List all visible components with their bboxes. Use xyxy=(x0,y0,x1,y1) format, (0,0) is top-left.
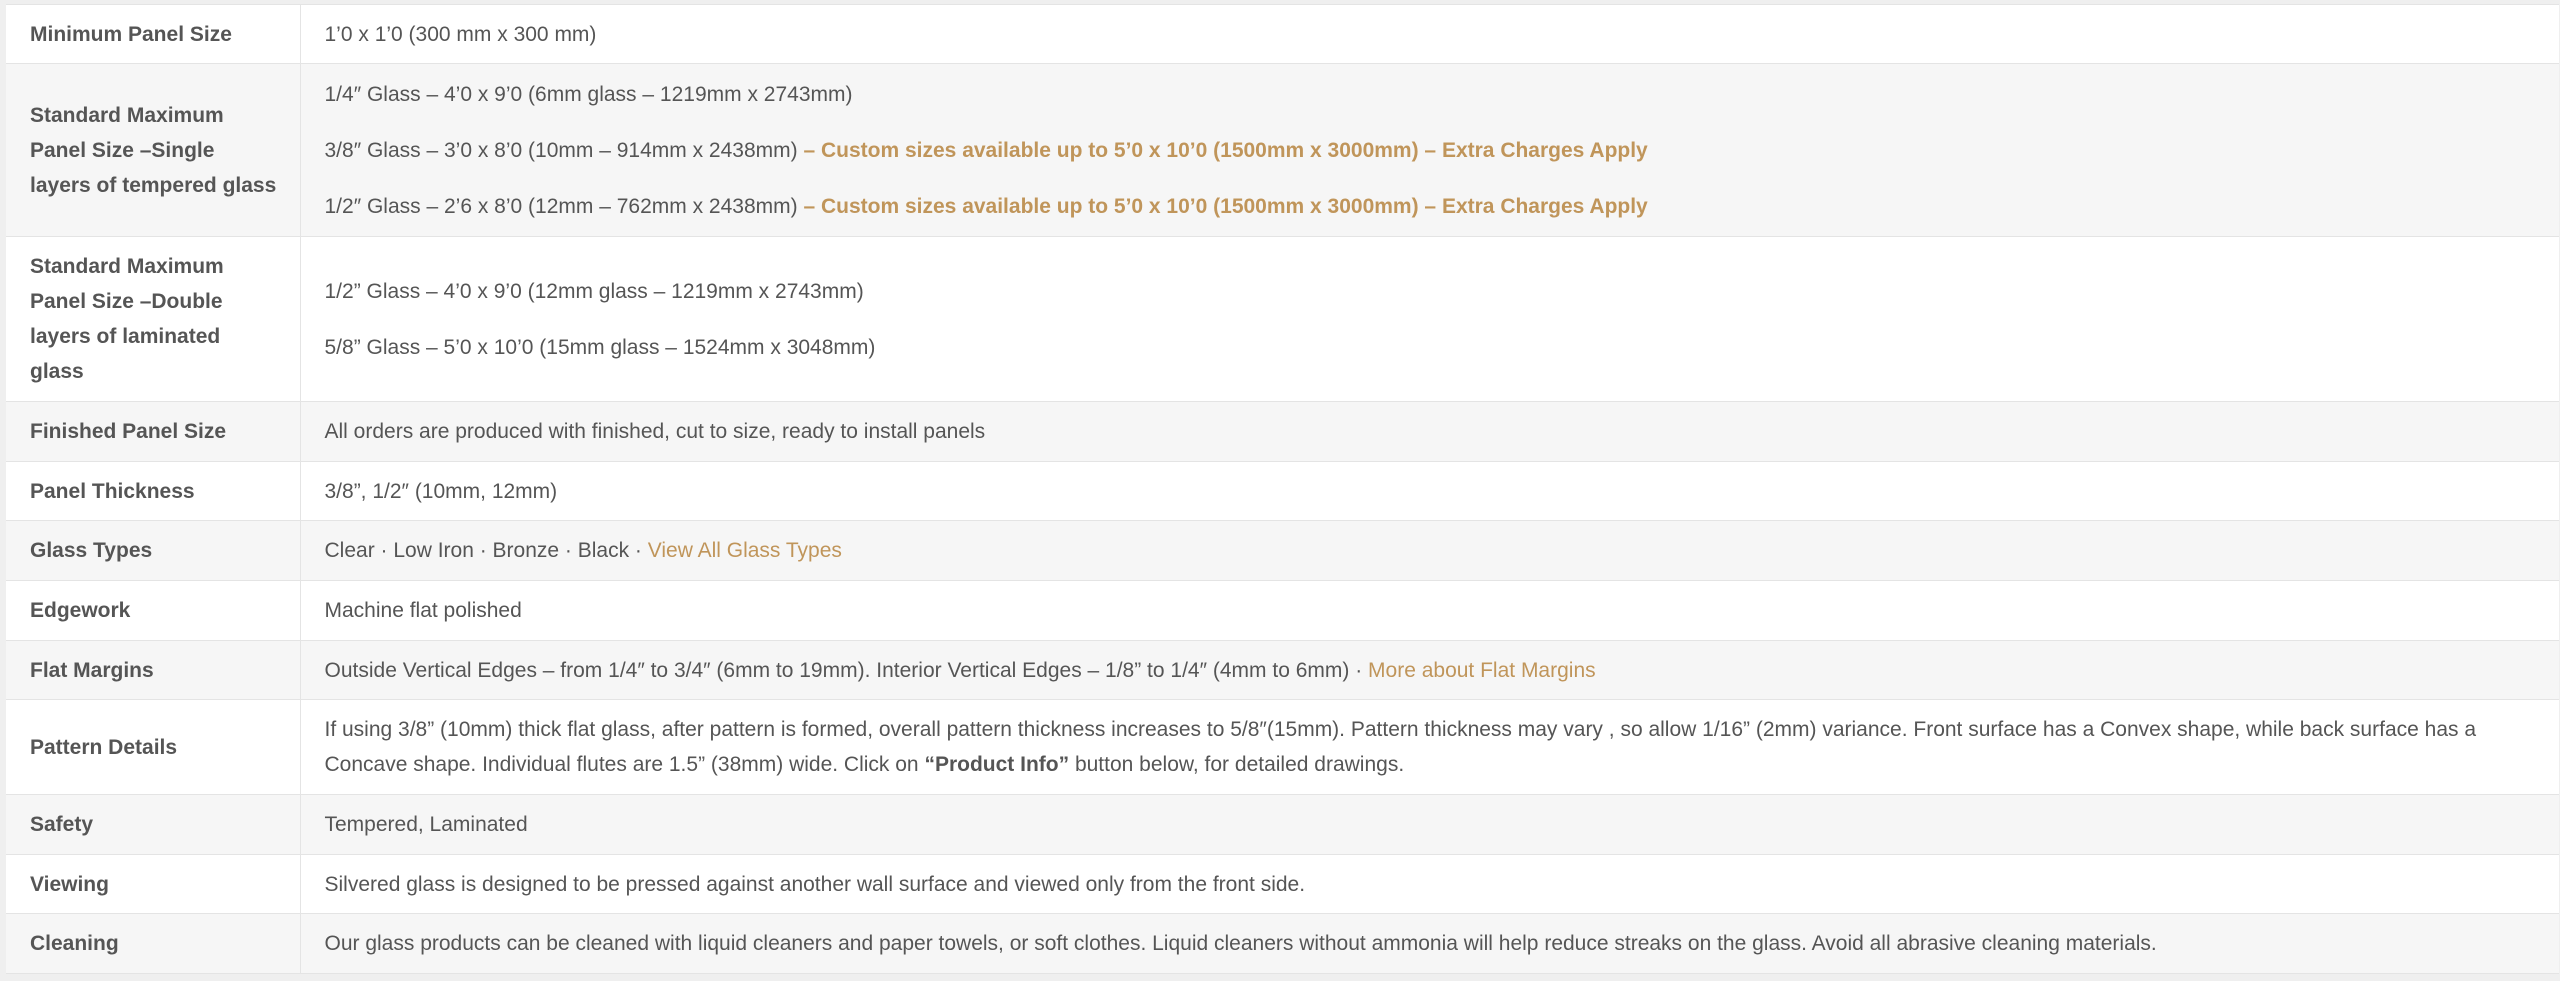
spec-value: Machine flat polished xyxy=(300,580,2559,641)
spec-label: Pattern Details xyxy=(6,699,301,795)
size-line-text: 1/4″ Glass – 4’0 x 9’0 (6mm glass – 1219… xyxy=(324,82,853,106)
spec-row-safety: Safety Tempered, Laminated xyxy=(6,794,2559,855)
spec-row-glass-types: Glass Types Clear · Low Iron · Bronze · … xyxy=(6,520,2559,581)
spec-value: 3/8”, 1/2″ (10mm, 12mm) xyxy=(300,461,2559,521)
spec-value: Outside Vertical Edges – from 1/4″ to 3/… xyxy=(300,640,2559,700)
view-all-glass-types-link[interactable]: View All Glass Types xyxy=(648,539,842,562)
spec-label: Cleaning xyxy=(6,913,301,974)
spec-row-finished-panel-size: Finished Panel Size All orders are produ… xyxy=(6,401,2559,462)
spec-label: Glass Types xyxy=(6,520,301,581)
spec-label: Safety xyxy=(6,794,301,855)
spec-value: If using 3/8” (10mm) thick flat glass, a… xyxy=(300,699,2559,795)
pattern-text-after: button below, for detailed drawings. xyxy=(1069,753,1405,776)
product-info-reference: “Product Info” xyxy=(924,753,1070,776)
spec-value: 1/4″ Glass – 4’0 x 9’0 (6mm glass – 1219… xyxy=(300,63,2559,237)
spec-value: 1’0 x 1’0 (300 mm x 300 mm) xyxy=(300,4,2559,64)
size-line: 3/8″ Glass – 3’0 x 8’0 (10mm – 914mm x 2… xyxy=(325,133,2500,168)
spec-label: Standard Maximum Panel Size –Single laye… xyxy=(6,63,301,237)
spec-row-panel-thickness: Panel Thickness 3/8”, 1/2″ (10mm, 12mm) xyxy=(6,461,2559,521)
spec-label: Edgework xyxy=(6,580,301,641)
size-line-text: 3/8″ Glass – 3’0 x 8’0 (10mm – 914mm x 2… xyxy=(324,138,798,162)
spec-row-edgework: Edgework Machine flat polished xyxy=(6,580,2559,641)
spec-label: Flat Margins xyxy=(6,640,301,700)
size-line-text: 1/2″ Glass – 2’6 x 8’0 (12mm – 762mm x 2… xyxy=(324,194,798,218)
custom-size-note: – Custom sizes available up to 5’0 x 10’… xyxy=(803,194,1648,218)
spec-value: Tempered, Laminated xyxy=(300,794,2559,855)
spec-row-viewing: Viewing Silvered glass is designed to be… xyxy=(6,854,2559,914)
spec-value: All orders are produced with finished, c… xyxy=(300,401,2559,462)
spec-row-max-panel-size-single: Standard Maximum Panel Size –Single laye… xyxy=(6,63,2559,237)
specifications-table: Minimum Panel Size 1’0 x 1’0 (300 mm x 3… xyxy=(6,4,2559,974)
size-line: 1/4″ Glass – 4’0 x 9’0 (6mm glass – 1219… xyxy=(325,77,2500,112)
size-line: 1/2″ Glass – 2’6 x 8’0 (12mm – 762mm x 2… xyxy=(325,189,2500,224)
spec-value: Clear · Low Iron · Bronze · Black · View… xyxy=(300,520,2559,581)
size-line: 5/8” Glass – 5’0 x 10’0 (15mm glass – 15… xyxy=(324,335,876,359)
flat-margins-text: Outside Vertical Edges – from 1/4″ to 3/… xyxy=(324,658,1369,682)
spec-row-max-panel-size-double: Standard Maximum Panel Size –Double laye… xyxy=(6,236,2559,402)
spec-value: 1/2” Glass – 4’0 x 9’0 (12mm glass – 121… xyxy=(300,236,2559,402)
spec-label: Minimum Panel Size xyxy=(6,4,301,64)
spec-value: Silvered glass is designed to be pressed… xyxy=(300,854,2559,914)
spec-label: Finished Panel Size xyxy=(6,401,301,462)
spec-row-pattern-details: Pattern Details If using 3/8” (10mm) thi… xyxy=(6,699,2559,795)
more-about-flat-margins-link[interactable]: More about Flat Margins xyxy=(1368,659,1596,682)
custom-size-note: – Custom sizes available up to 5’0 x 10’… xyxy=(803,138,1648,162)
spec-row-flat-margins: Flat Margins Outside Vertical Edges – fr… xyxy=(6,640,2559,700)
spec-value: Our glass products can be cleaned with l… xyxy=(300,913,2559,974)
spec-label: Standard Maximum Panel Size –Double laye… xyxy=(6,236,301,402)
spec-row-minimum-panel-size: Minimum Panel Size 1’0 x 1’0 (300 mm x 3… xyxy=(6,4,2559,64)
glass-types-list: Clear · Low Iron · Bronze · Black · xyxy=(324,539,648,562)
spec-label: Viewing xyxy=(6,854,301,914)
spec-label: Panel Thickness xyxy=(6,461,301,521)
size-line: 1/2” Glass – 4’0 x 9’0 (12mm glass – 121… xyxy=(324,279,864,303)
spec-row-cleaning: Cleaning Our glass products can be clean… xyxy=(6,913,2559,974)
